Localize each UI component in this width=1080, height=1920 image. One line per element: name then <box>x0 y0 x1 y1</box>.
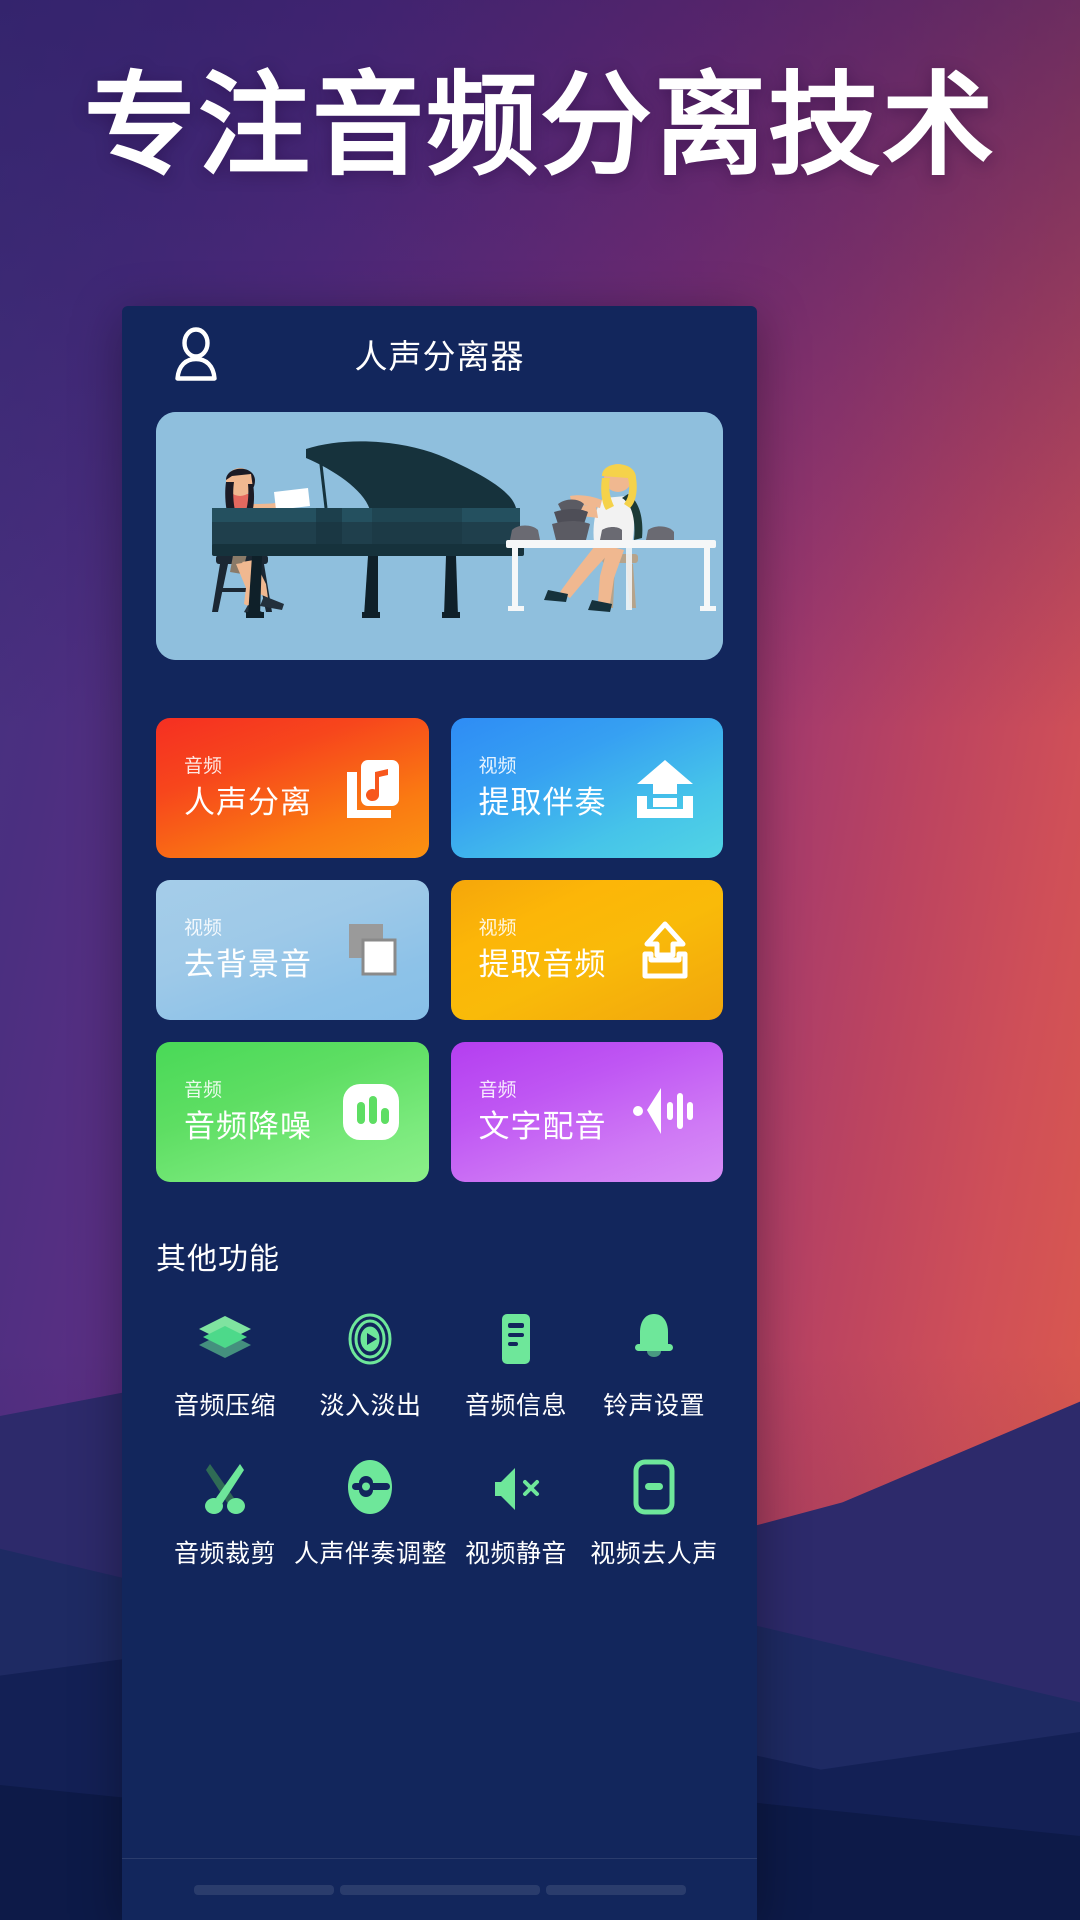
other-function-audio-trim[interactable]: 音频裁剪 <box>156 1456 294 1570</box>
other-function-audio-compress[interactable]: 音频压缩 <box>156 1308 294 1422</box>
feature-card-extract-accompaniment[interactable]: 视频 提取伴奏 <box>450 718 723 858</box>
nav-recents-indicator[interactable] <box>545 1884 686 1895</box>
feature-card-subtitle: 音频 <box>184 756 223 778</box>
feature-card-title: 去背景音 <box>184 946 312 982</box>
feature-card-subtitle: 音频 <box>478 1080 517 1102</box>
hero-artwork <box>156 412 723 660</box>
scissors-icon <box>194 1456 256 1518</box>
music-note-card-icon <box>335 752 407 824</box>
other-function-vocal-accompaniment-adjust[interactable]: 人声伴奏调整 <box>294 1456 447 1570</box>
layers-icon <box>194 1308 256 1370</box>
other-function-ringtone-settings[interactable]: 铃声设置 <box>585 1308 723 1422</box>
upload-solid-icon <box>629 752 701 824</box>
feature-card-extract-audio[interactable]: 视频 提取音频 <box>450 880 723 1020</box>
other-functions-section: 其他功能 音频压缩 淡入淡出 音频信息 铃声设置 音频裁剪 人声伴奏调整 视频静… <box>156 1234 723 1570</box>
system-navigation-bar[interactable] <box>122 1858 757 1920</box>
copy-layers-icon <box>335 914 407 986</box>
other-function-label: 视频去人声 <box>590 1540 718 1568</box>
feature-card-noise-reduction[interactable]: 音频 音频降噪 <box>156 1042 429 1182</box>
feature-card-subtitle: 视频 <box>478 756 517 778</box>
feature-card-subtitle: 音频 <box>184 1080 223 1102</box>
other-function-video-mute[interactable]: 视频静音 <box>447 1456 585 1570</box>
other-function-video-remove-vocal[interactable]: 视频去人声 <box>585 1456 723 1570</box>
other-function-label: 视频静音 <box>464 1540 567 1568</box>
speaker-wave-icon <box>629 1076 701 1148</box>
feature-card-subtitle: 视频 <box>184 918 223 940</box>
feature-card-text-to-speech[interactable]: 音频 文字配音 <box>450 1042 723 1182</box>
layout-spacer <box>122 1570 757 1858</box>
other-function-label: 音频裁剪 <box>173 1540 276 1568</box>
feature-card-title: 提取音频 <box>478 946 607 982</box>
feature-card-title: 人声分离 <box>184 784 312 820</box>
user-avatar-icon[interactable] <box>170 326 222 382</box>
other-function-label: 铃声设置 <box>602 1392 705 1420</box>
disc-play-icon <box>339 1308 401 1370</box>
other-function-label: 人声伴奏调整 <box>293 1540 447 1568</box>
feature-card-vocal-separation[interactable]: 音频 人声分离 <box>156 718 429 858</box>
feature-card-title: 文字配音 <box>478 1108 607 1144</box>
hero-illustration <box>156 412 723 660</box>
other-function-label: 音频信息 <box>464 1392 567 1420</box>
upload-outline-icon <box>629 914 701 986</box>
feature-card-grid: 音频 人声分离 视频 提取伴奏 视频 去背景音 视频 提取音频 音频 音频降噪 … <box>156 718 723 1182</box>
nav-home-indicator[interactable] <box>339 1884 540 1895</box>
other-function-audio-info[interactable]: 音频信息 <box>447 1308 585 1422</box>
document-info-icon <box>485 1308 547 1370</box>
nav-back-indicator[interactable] <box>193 1884 334 1895</box>
feature-card-remove-background-sound[interactable]: 视频 去背景音 <box>156 880 429 1020</box>
poster-headline: 专注音频分离技术 <box>84 63 996 188</box>
feature-card-title: 音频降噪 <box>184 1108 312 1144</box>
bar-chart-icon <box>335 1076 407 1148</box>
slider-knob-icon <box>339 1456 401 1518</box>
other-function-label: 淡入淡出 <box>319 1392 422 1420</box>
other-function-label: 音频压缩 <box>173 1392 276 1420</box>
speaker-mute-icon <box>485 1456 547 1518</box>
feature-card-title: 提取伴奏 <box>478 784 607 820</box>
feature-card-subtitle: 视频 <box>478 918 517 940</box>
phone-screen: 人声分离器 音频 人声分离 视频 提取伴奏 视频 去背景音 视频 提取音频 音频… <box>122 306 757 1920</box>
other-functions-grid: 音频压缩 淡入淡出 音频信息 铃声设置 音频裁剪 人声伴奏调整 视频静音 视频去… <box>156 1308 723 1570</box>
other-functions-title: 其他功能 <box>156 1243 280 1276</box>
other-function-fade-in-out[interactable]: 淡入淡出 <box>294 1308 447 1422</box>
phone-minus-icon <box>623 1456 685 1518</box>
bell-icon <box>623 1308 685 1370</box>
app-bar: 人声分离器 <box>122 306 757 402</box>
